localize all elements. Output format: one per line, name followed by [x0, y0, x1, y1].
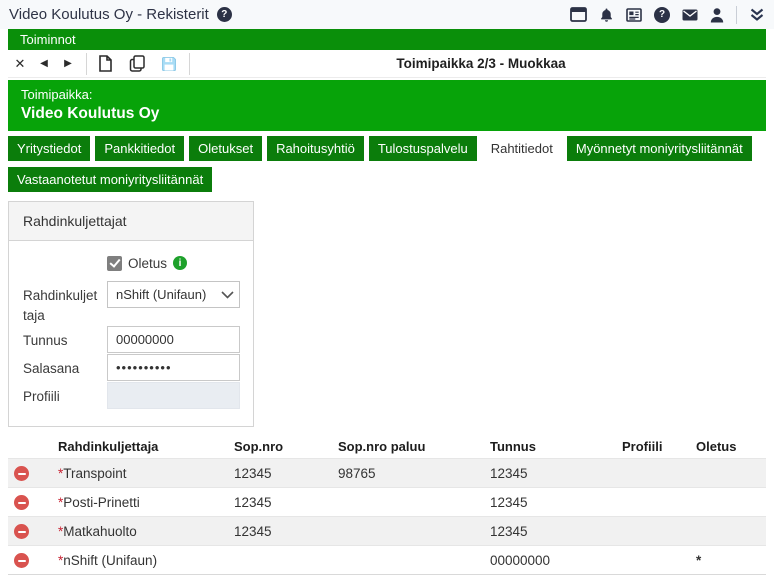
- banner-company: Video Koulutus Oy: [21, 105, 753, 123]
- salasana-label: Salasana: [15, 354, 107, 381]
- table-row: *nShift (Unifaun) 00000000 *: [8, 546, 766, 575]
- page-content: Toiminnot ✕ ◀ ▶ Toimipaikka 2/3 - Muokka…: [0, 29, 774, 575]
- titlebar-separator: [736, 6, 737, 24]
- toolbar-separator: [86, 53, 87, 75]
- cell-sop-nro-paluu: [332, 546, 484, 575]
- titlebar-actions: ?: [570, 6, 765, 24]
- delete-row-icon[interactable]: [14, 495, 29, 510]
- cell-oletus: [690, 517, 766, 546]
- carrier-name: Transpoint: [63, 466, 126, 481]
- profiili-label: Profiili: [15, 382, 107, 409]
- tab-rahtitiedot[interactable]: Rahtitiedot: [482, 136, 562, 161]
- menubar: Toiminnot: [8, 29, 766, 50]
- info-icon[interactable]: i: [173, 256, 187, 270]
- window-icon[interactable]: [570, 7, 587, 22]
- tunnus-field-row: Tunnus: [15, 326, 247, 353]
- carrier-name: Posti-Prinetti: [63, 495, 140, 510]
- tab-tulostuspalvelu[interactable]: Tulostuspalvelu: [369, 136, 477, 161]
- table-row: *Posti-Prinetti 12345 12345: [8, 488, 766, 517]
- next-record-icon[interactable]: ▶: [56, 52, 80, 76]
- cell-sop-nro: [228, 546, 332, 575]
- cell-sop-nro-paluu: [332, 488, 484, 517]
- news-icon[interactable]: [626, 8, 642, 22]
- table-row: *Matkahuolto 12345 12345: [8, 517, 766, 546]
- cell-tunnus: 12345: [484, 488, 616, 517]
- menu-toiminnot[interactable]: Toiminnot: [20, 32, 76, 47]
- panel-title: Rahdinkuljettajat: [9, 202, 253, 241]
- tunnus-input[interactable]: [107, 326, 240, 353]
- carriers-table: Rahdinkuljettaja Sop.nro Sop.nro paluu T…: [8, 435, 766, 575]
- copy-icon[interactable]: [125, 52, 149, 76]
- carrier-name: Matkahuolto: [63, 524, 137, 539]
- cell-profiili: [616, 459, 690, 488]
- cell-sop-nro: 12345: [228, 517, 332, 546]
- chevron-down-icon: [221, 291, 234, 299]
- tab-bar: Yritystiedot Pankkitiedot Oletukset Raho…: [8, 136, 766, 192]
- cell-oletus: [690, 488, 766, 517]
- banner-label: Toimipaikka:: [21, 87, 753, 102]
- app-title: Video Koulutus Oy - Rekisterit: [9, 6, 209, 23]
- record-title: Toimipaikka 2/3 - Muokkaa: [196, 56, 766, 71]
- mail-icon[interactable]: [682, 9, 698, 21]
- carrier-name: nShift (Unifaun): [63, 553, 157, 568]
- location-banner: Toimipaikka: Video Koulutus Oy: [8, 80, 766, 131]
- cell-oletus: [690, 459, 766, 488]
- delete-row-icon[interactable]: [14, 466, 29, 481]
- cell-tunnus: 00000000: [484, 546, 616, 575]
- col-oletus: Oletus: [690, 435, 766, 459]
- cell-sop-nro: 12345: [228, 488, 332, 517]
- col-sop-nro-paluu: Sop.nro paluu: [332, 435, 484, 459]
- cell-tunnus: 12345: [484, 459, 616, 488]
- profiili-field-row: Profiili: [15, 382, 247, 409]
- col-rahdinkuljettaja: Rahdinkuljettaja: [52, 435, 228, 459]
- col-profiili: Profiili: [616, 435, 690, 459]
- tab-vastaanotetut-moniyritysliitannat[interactable]: Vastaanotetut moniyritysliitännät: [8, 167, 212, 192]
- salasana-input[interactable]: [107, 354, 240, 381]
- cell-profiili: [616, 546, 690, 575]
- close-icon[interactable]: ✕: [8, 52, 32, 76]
- carriers-panel: Rahdinkuljettajat Oletus i Rahdinkuljett…: [8, 201, 254, 427]
- prev-record-icon[interactable]: ◀: [32, 52, 56, 76]
- tab-myonnetyt-moniyritysliitannat[interactable]: Myönnetyt moniyritysliitännät: [567, 136, 752, 161]
- carrier-label: Rahdinkuljettaja: [15, 281, 107, 325]
- toolbar-separator-2: [189, 53, 190, 75]
- delete-row-icon[interactable]: [14, 524, 29, 539]
- oletus-label: Oletus: [128, 256, 167, 271]
- oletus-row: Oletus i: [107, 254, 247, 272]
- panel-body: Oletus i Rahdinkuljettaja nShift (Unifau…: [9, 241, 253, 426]
- tab-yritystiedot[interactable]: Yritystiedot: [8, 136, 90, 161]
- cell-profiili: [616, 488, 690, 517]
- tunnus-label: Tunnus: [15, 326, 107, 353]
- col-sop-nro: Sop.nro: [228, 435, 332, 459]
- cell-profiili: [616, 517, 690, 546]
- profiili-input: [107, 382, 240, 409]
- table-row: *Transpoint 12345 98765 12345: [8, 459, 766, 488]
- cell-sop-nro-paluu: 98765: [332, 459, 484, 488]
- salasana-field-row: Salasana: [15, 354, 247, 381]
- user-icon[interactable]: [710, 7, 724, 23]
- new-record-icon[interactable]: [93, 52, 117, 76]
- cell-sop-nro-paluu: [332, 517, 484, 546]
- tab-oletukset[interactable]: Oletukset: [189, 136, 262, 161]
- delete-column-header: [8, 435, 52, 459]
- help-icon[interactable]: ?: [654, 7, 670, 23]
- table-header-row: Rahdinkuljettaja Sop.nro Sop.nro paluu T…: [8, 435, 766, 459]
- bell-icon[interactable]: [599, 7, 614, 23]
- tab-rahoitusyhtio[interactable]: Rahoitusyhtiö: [267, 136, 364, 161]
- tab-pankkitiedot[interactable]: Pankkitiedot: [95, 136, 184, 161]
- title-help-icon[interactable]: ?: [217, 7, 232, 22]
- app-titlebar: Video Koulutus Oy - Rekisterit ? ?: [0, 0, 774, 29]
- record-toolbar: ✕ ◀ ▶ Toimipaikka 2/3 - Muokkaa: [8, 50, 766, 78]
- double-chevron-down-icon[interactable]: [749, 7, 765, 23]
- oletus-checkbox[interactable]: [107, 256, 122, 271]
- cell-sop-nro: 12345: [228, 459, 332, 488]
- carrier-field-row: Rahdinkuljettaja nShift (Unifaun): [15, 281, 247, 325]
- carrier-select[interactable]: nShift (Unifaun): [107, 281, 240, 308]
- cell-oletus: *: [690, 546, 766, 575]
- col-tunnus: Tunnus: [484, 435, 616, 459]
- save-icon[interactable]: [157, 52, 181, 76]
- cell-tunnus: 12345: [484, 517, 616, 546]
- delete-row-icon[interactable]: [14, 553, 29, 568]
